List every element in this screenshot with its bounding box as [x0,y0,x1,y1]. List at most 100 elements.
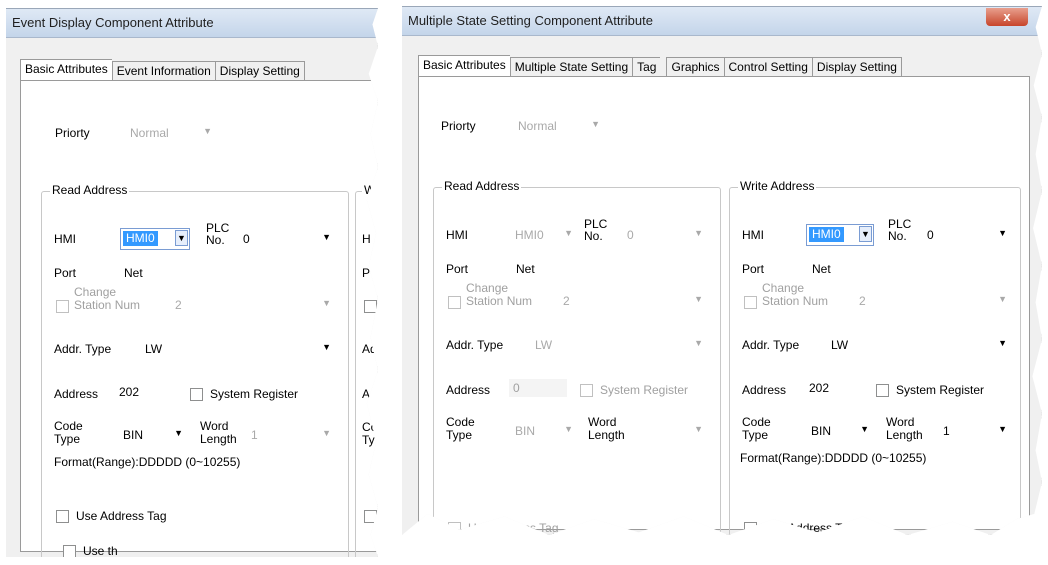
change-station-select[interactable]: 2 ▼ [854,290,1012,312]
close-button[interactable]: x [986,8,1028,26]
hmi-label-partial: H [362,232,371,246]
change-station-label: Change Station Num [74,285,141,312]
tab-display-setting[interactable]: Display Setting [811,57,902,77]
format-range-text: Format(Range):DDDDD (0~10255) [740,451,927,465]
hmi-value: HMI0 [123,231,158,246]
addr-type-value: LW [535,338,553,352]
chevron-down-icon[interactable]: ▼ [859,226,872,242]
priority-value: Normal [518,119,557,133]
system-register-checkbox[interactable] [190,388,203,401]
use-address-tag-checkbox[interactable] [448,522,461,535]
change-station-select[interactable]: 2 ▼ [170,294,336,316]
addr-type-select[interactable]: LW ▼ [530,334,708,356]
word-length-select[interactable]: ▼ [646,420,708,442]
code-type-label: Code Type [54,419,83,446]
system-register-label: System Register [896,383,985,397]
tab-panel: Priorty Normal ▼ Read Address HMI HMI0 ▼… [418,76,1030,535]
hmi-label: HMI [446,228,468,242]
chevron-down-icon: ▼ [694,294,703,304]
hmi-value: HMI0 [809,227,844,242]
chevron-down-icon: ▼ [998,294,1007,304]
system-register-checkbox[interactable] [580,384,593,397]
chevron-down-icon[interactable]: ▼ [175,230,188,246]
chevron-down-icon: ▼ [322,232,331,242]
type-label-partial: Ty [362,433,375,447]
word-length-value: 1 [943,424,950,438]
hmi-select[interactable]: HMI0 ▼ [806,224,874,246]
addr-type-value: LW [145,342,163,356]
tab-basic-attributes[interactable]: Basic Attributes [20,59,112,81]
tab-bar: Basic Attributes Multiple State Setting … [418,55,902,77]
system-register-label: System Register [600,383,689,397]
addr-type-label: Addr. Type [54,342,112,356]
tab-control-setting[interactable]: Control Setting [723,57,812,77]
address-input[interactable]: 202 [804,378,864,398]
address-input[interactable]: 0 [508,378,568,398]
address-input[interactable]: 202 [114,382,178,402]
use-address-tag-checkbox[interactable] [56,510,69,523]
tab-tag[interactable]: Tag [632,57,661,77]
code-type-value: BIN [123,428,144,442]
code-type-label: Code Type [446,415,475,442]
chevron-down-icon: ▼ [322,342,331,352]
use-address-tag-label: Use Address Tag [76,509,167,523]
priority-select[interactable]: Normal ▼ [513,115,605,137]
plc-no-select[interactable]: 0 ▼ [238,228,336,250]
plc-no-select[interactable]: 0 ▼ [922,224,1012,246]
change-station-checkbox-partial[interactable] [364,300,377,313]
write-address-group: Write Address HMI HMI0 ▼ PLC No. 0 ▼ Por… [729,179,1021,535]
change-station-checkbox[interactable] [448,296,461,309]
plc-no-label: PLC No. [888,217,912,243]
chevron-down-icon: ▼ [203,126,212,136]
system-register-label: System Register [210,387,299,401]
port-label-partial: P [362,266,371,280]
hmi-value: HMI0 [515,228,544,242]
change-station-select[interactable]: 2 ▼ [558,290,708,312]
port-label: Port [742,262,765,276]
dialog-title: Multiple State Setting Component Attribu… [402,7,1042,36]
hmi-select[interactable]: HMI0 ▼ [510,224,578,246]
word-length-label: Word Length [886,415,923,442]
use-address-tag-checkbox-partial[interactable] [364,510,377,523]
tab-display-setting[interactable]: Display Setting [214,61,305,81]
tab-panel: Priorty Normal ▼ Read Address HMI HMI0 ▼… [20,80,378,557]
code-type-select[interactable]: BIN ▼ [118,424,188,446]
use-address-tag-checkbox[interactable] [744,522,757,535]
hmi-select[interactable]: HMI0 ▼ [120,228,190,250]
port-value: Net [812,262,831,276]
tab-basic-attributes[interactable]: Basic Attributes [418,55,510,77]
priority-label: Priorty [55,126,90,140]
addr-type-select[interactable]: LW ▼ [140,338,336,360]
word-length-value: 1 [251,428,258,442]
change-station-label: Change Station Num [466,281,533,308]
word-length-label: Word Length [200,419,237,446]
chevron-down-icon: ▼ [998,338,1007,348]
priority-select[interactable]: Normal ▼ [125,122,217,144]
plc-no-select[interactable]: 0 ▼ [622,224,708,246]
use-the-checkbox[interactable] [63,545,76,557]
chevron-down-icon: ▼ [694,338,703,348]
change-station-checkbox[interactable] [56,300,69,313]
code-type-select[interactable]: BIN ▼ [510,420,578,442]
hmi-label: HMI [54,232,76,246]
word-length-select[interactable]: 1 ▼ [246,424,336,446]
addr-type-select[interactable]: LW ▼ [826,334,1012,356]
code-label-partial: Co [362,420,378,434]
tab-graphics[interactable]: Graphics [666,57,724,77]
tab-multiple-state-setting[interactable]: Multiple State Setting [509,57,633,77]
word-length-select[interactable]: 1 ▼ [938,420,1012,442]
change-station-checkbox[interactable] [744,296,757,309]
tab-bar: Basic Attributes Event Information Displ… [20,59,305,81]
change-station-label: Change Station Num [762,281,829,308]
address-label: Address [54,387,99,401]
port-label: Port [54,266,77,280]
code-type-select[interactable]: BIN ▼ [806,420,874,442]
address-label: Address [446,383,491,397]
chevron-down-icon: ▼ [860,424,869,434]
multiple-state-dialog: Multiple State Setting Component Attribu… [402,6,1042,535]
chevron-down-icon: ▼ [564,228,573,238]
system-register-checkbox[interactable] [876,384,889,397]
tab-event-information[interactable]: Event Information [111,61,215,81]
port-value: Net [516,262,535,276]
group-title-partial: W [362,183,378,197]
